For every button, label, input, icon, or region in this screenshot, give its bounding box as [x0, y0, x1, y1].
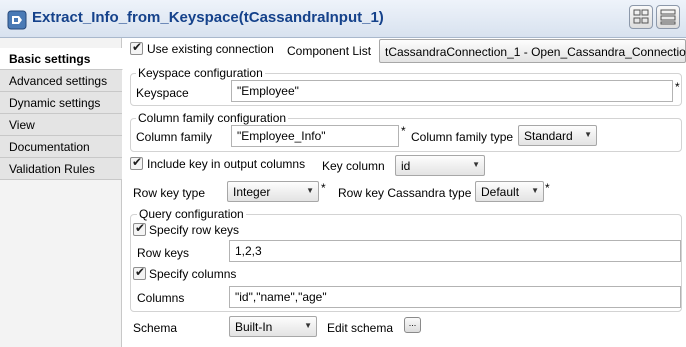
column-family-type-select[interactable]: Standard ▼ — [518, 125, 597, 146]
specify-row-keys-checkbox[interactable]: ✔ — [133, 221, 146, 236]
include-key-label: Include key in output columns — [147, 157, 306, 171]
row-key-type-value: Integer — [233, 185, 271, 199]
include-key-checkbox[interactable]: ✔ — [130, 155, 143, 170]
component-list-label: Component List — [287, 44, 372, 58]
row-key-type-required-marker: * — [321, 181, 326, 195]
column-family-label: Column family — [136, 130, 213, 144]
query-configuration-title: Query configuration — [137, 207, 246, 221]
tab-basic-settings[interactable]: Basic settings — [0, 48, 123, 70]
chevron-down-icon: ▼ — [306, 186, 314, 195]
key-column-label: Key column — [322, 159, 385, 173]
edit-schema-button[interactable]: ... — [404, 317, 421, 333]
column-family-configuration-title: Column family configuration — [136, 111, 289, 125]
use-existing-connection-checkbox[interactable]: ✔ — [130, 40, 143, 55]
cassandra-component-icon — [7, 10, 27, 30]
row-key-type-label: Row key type — [133, 186, 206, 200]
specify-row-keys-label: Specify row keys — [149, 223, 240, 237]
use-existing-connection-label: Use existing connection — [147, 42, 274, 56]
check-mark-icon: ✔ — [135, 265, 146, 279]
schema-value: Built-In — [235, 320, 273, 334]
row-key-type-select[interactable]: Integer ▼ — [227, 181, 319, 202]
column-family-required-marker: * — [401, 124, 406, 138]
row-key-cassandra-type-value: Default — [481, 185, 520, 199]
check-mark-icon: ✔ — [132, 40, 143, 54]
tab-view[interactable]: View — [0, 114, 122, 136]
component-list-select[interactable]: tCassandraConnection_1 - Open_Cassandra_… — [379, 39, 686, 63]
tab-dynamic-settings[interactable]: Dynamic settings — [0, 92, 122, 114]
row-keys-label: Row keys — [137, 246, 190, 260]
specify-columns-label: Specify columns — [149, 267, 237, 281]
layout-list-icon[interactable] — [656, 5, 680, 29]
keyspace-input[interactable]: "Employee" — [231, 80, 673, 102]
edit-schema-label: Edit schema — [327, 321, 394, 335]
keyspace-label: Keyspace — [136, 86, 189, 100]
specify-columns-checkbox[interactable]: ✔ — [133, 265, 146, 280]
schema-label: Schema — [133, 321, 178, 335]
chevron-down-icon: ▼ — [531, 186, 539, 195]
schema-select[interactable]: Built-In ▼ — [229, 316, 317, 337]
check-mark-icon: ✔ — [135, 221, 146, 235]
component-list-value: tCassandraConnection_1 - Open_Cassandra_… — [385, 45, 686, 59]
tab-validation-rules[interactable]: Validation Rules — [0, 158, 122, 180]
columns-label: Columns — [137, 291, 185, 305]
tab-documentation[interactable]: Documentation — [0, 136, 122, 158]
check-mark-icon: ✔ — [132, 155, 143, 169]
column-family-input[interactable]: "Employee_Info" — [231, 125, 399, 147]
column-family-type-label: Column family type — [411, 130, 514, 144]
key-column-value: id — [401, 159, 411, 173]
row-key-cassandra-type-required-marker: * — [545, 181, 550, 195]
tab-advanced-settings[interactable]: Advanced settings — [0, 70, 122, 92]
title-bar: Extract_Info_from_Keyspace(tCassandraInp… — [0, 0, 686, 38]
key-column-select[interactable]: id ▼ — [395, 155, 485, 176]
row-key-cassandra-type-label: Row key Cassandra type — [338, 186, 472, 200]
keyspace-configuration-title: Keyspace configuration — [136, 66, 265, 80]
chevron-down-icon: ▼ — [584, 130, 592, 139]
layout-grid-icon[interactable] — [629, 5, 653, 29]
chevron-down-icon: ▼ — [304, 321, 312, 330]
settings-tab-pane: Basic settings Advanced settings Dynamic… — [0, 38, 123, 347]
keyspace-required-marker: * — [675, 80, 680, 94]
window-title: Extract_Info_from_Keyspace(tCassandraInp… — [32, 9, 384, 26]
row-keys-input[interactable]: 1,2,3 — [229, 240, 681, 262]
row-key-cassandra-type-select[interactable]: Default ▼ — [475, 181, 544, 202]
columns-input[interactable]: "id","name","age" — [229, 286, 681, 308]
chevron-down-icon: ▼ — [472, 160, 480, 169]
column-family-type-value: Standard — [524, 129, 573, 143]
